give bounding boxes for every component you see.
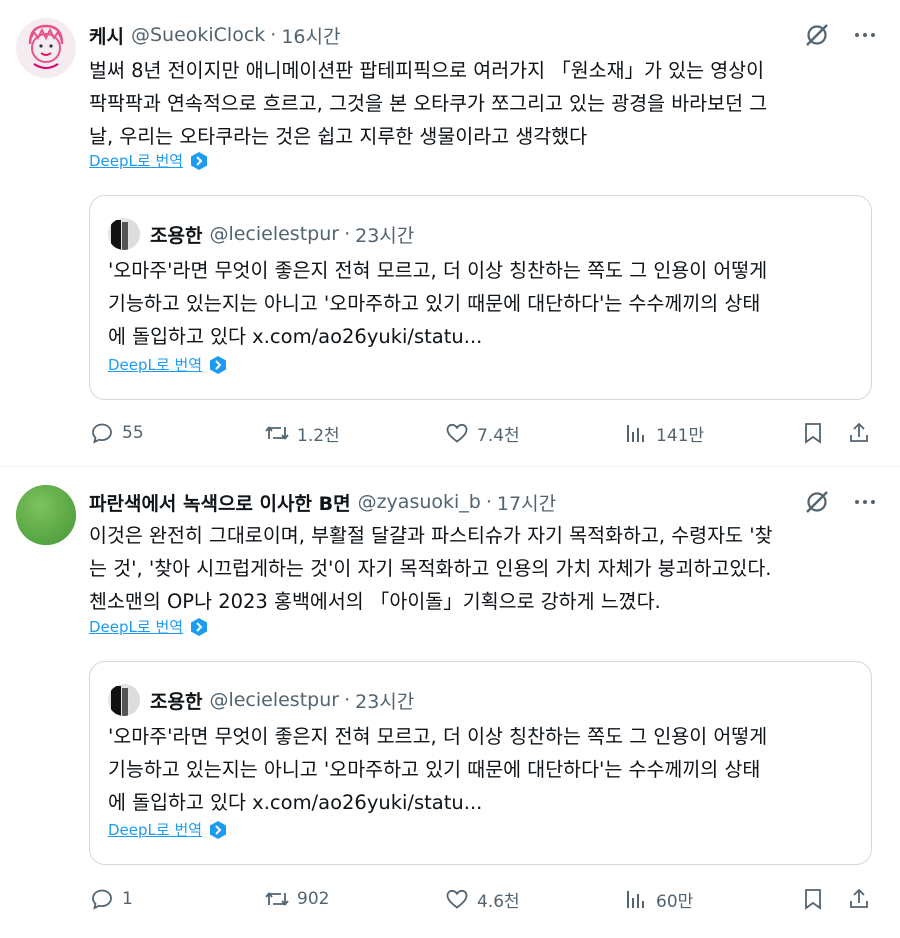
avatar [108,684,140,716]
avatar[interactable] [16,18,76,78]
deepl-translate-link[interactable]: DeepL로 번역 [108,354,202,375]
quoted-tweet[interactable]: 조용한 @lecielestpur · 23시간 '오마주'라면 무엇이 좋은지… [89,661,872,865]
quote-text: '오마주'라면 무엇이 좋은지 전혀 모르고, 더 이상 칭찬하는 쪽도 그 인… [108,259,768,348]
timestamp: 23시간 [355,690,415,713]
repost-icon [264,420,290,446]
tweet[interactable]: 케시 @SueokiClock · 16시간 벌써 8년 전이지만 애니메이션판… [0,0,900,466]
reply-count: 55 [122,423,144,443]
view-count: 60만 [656,891,694,912]
display-name: 조용한 [150,224,203,247]
bookmark-icon [800,886,826,912]
tweet-text: 벌써 8년 전이지만 애니메이션판 팝테피픽으로 여러가지 「원소재」가 있는 … [89,59,768,148]
repost-icon [264,886,290,912]
bookmark-icon [800,420,826,446]
tweet-top-actions [804,20,878,50]
quote-header: 조용한 @lecielestpur · 23시간 [108,218,414,250]
avatar [108,218,140,250]
display-name[interactable]: 파란색에서 녹색으로 이사한 B면 [89,489,351,516]
repost-count: 1.2천 [297,425,340,446]
more-icon[interactable] [852,22,878,48]
display-name[interactable]: 케시 [89,22,124,49]
deepl-icon [189,151,209,171]
heart-icon [444,886,470,912]
timestamp: 23시간 [355,224,415,247]
tweet-header: 케시 @SueokiClock · 16시간 [89,20,340,50]
tweet-actions: 55 1.2천 7.4천 141만 [89,418,872,448]
separator-dot: · [485,491,492,513]
deepl-translate-link[interactable]: DeepL로 번역 [89,616,183,637]
views-chart-icon [623,420,649,446]
share-button[interactable] [846,884,872,914]
reply-button[interactable]: 55 [89,418,144,448]
display-name: 조용한 [150,690,203,713]
timestamp[interactable]: 17시간 [497,489,556,516]
deepl-translate-link[interactable]: DeepL로 번역 [89,150,183,171]
deepl-icon [208,355,228,375]
tweet[interactable]: 파란색에서 녹색으로 이사한 B면 @zyasuoki_b · 17시간 이것은… [0,467,900,938]
grok-icon[interactable] [804,489,830,515]
deepl-icon [189,617,209,637]
view-count: 141만 [656,425,705,446]
handle: @lecielestpur [209,689,340,711]
reply-icon [89,886,115,912]
tweet-top-actions [804,487,878,517]
views-chart-icon [623,886,649,912]
deepl-translate[interactable]: DeepL로 번역 [108,354,228,375]
deepl-translate[interactable]: DeepL로 번역 [89,150,209,171]
separator-dot: · [270,24,277,46]
tweet-text: 이것은 완전히 그대로이며, 부활절 달걀과 파스티슈가 자기 목적화하고, 수… [89,524,773,613]
reply-count: 1 [122,889,133,909]
bookmark-button[interactable] [800,418,826,448]
like-button[interactable]: 4.6천 [444,884,520,914]
bookmark-button[interactable] [800,884,826,914]
quote-text: '오마주'라면 무엇이 좋은지 전혀 모르고, 더 이상 칭찬하는 쪽도 그 인… [108,725,768,814]
grok-icon[interactable] [804,22,830,48]
deepl-translate[interactable]: DeepL로 번역 [89,616,209,637]
heart-icon [444,420,470,446]
timestamp[interactable]: 16시간 [281,22,340,49]
separator-dot: · [344,223,351,245]
tweet-actions: 1 902 4.6천 60만 [89,884,872,914]
separator-dot: · [344,689,351,711]
share-icon [846,420,872,446]
deepl-icon [208,820,228,840]
reply-button[interactable]: 1 [89,884,133,914]
quote-header: 조용한 @lecielestpur · 23시간 [108,684,414,716]
like-count: 7.4천 [477,425,520,446]
deepl-translate[interactable]: DeepL로 번역 [108,819,228,840]
quoted-tweet[interactable]: 조용한 @lecielestpur · 23시간 '오마주'라면 무엇이 좋은지… [89,195,872,400]
like-button[interactable]: 7.4천 [444,418,520,448]
views-button[interactable]: 141만 [623,418,704,448]
handle[interactable]: @zyasuoki_b [358,491,481,513]
more-icon[interactable] [852,489,878,515]
like-count: 4.6천 [477,891,520,912]
repost-count: 902 [297,889,330,909]
tweet-header: 파란색에서 녹색으로 이사한 B면 @zyasuoki_b · 17시간 [89,487,556,517]
handle[interactable]: @SueokiClock [131,24,265,46]
repost-button[interactable]: 902 [264,884,329,914]
share-button[interactable] [846,418,872,448]
deepl-translate-link[interactable]: DeepL로 번역 [108,819,202,840]
handle: @lecielestpur [209,223,340,245]
repost-button[interactable]: 1.2천 [264,418,340,448]
reply-icon [89,420,115,446]
views-button[interactable]: 60만 [623,884,693,914]
share-icon [846,886,872,912]
avatar[interactable] [16,485,76,545]
